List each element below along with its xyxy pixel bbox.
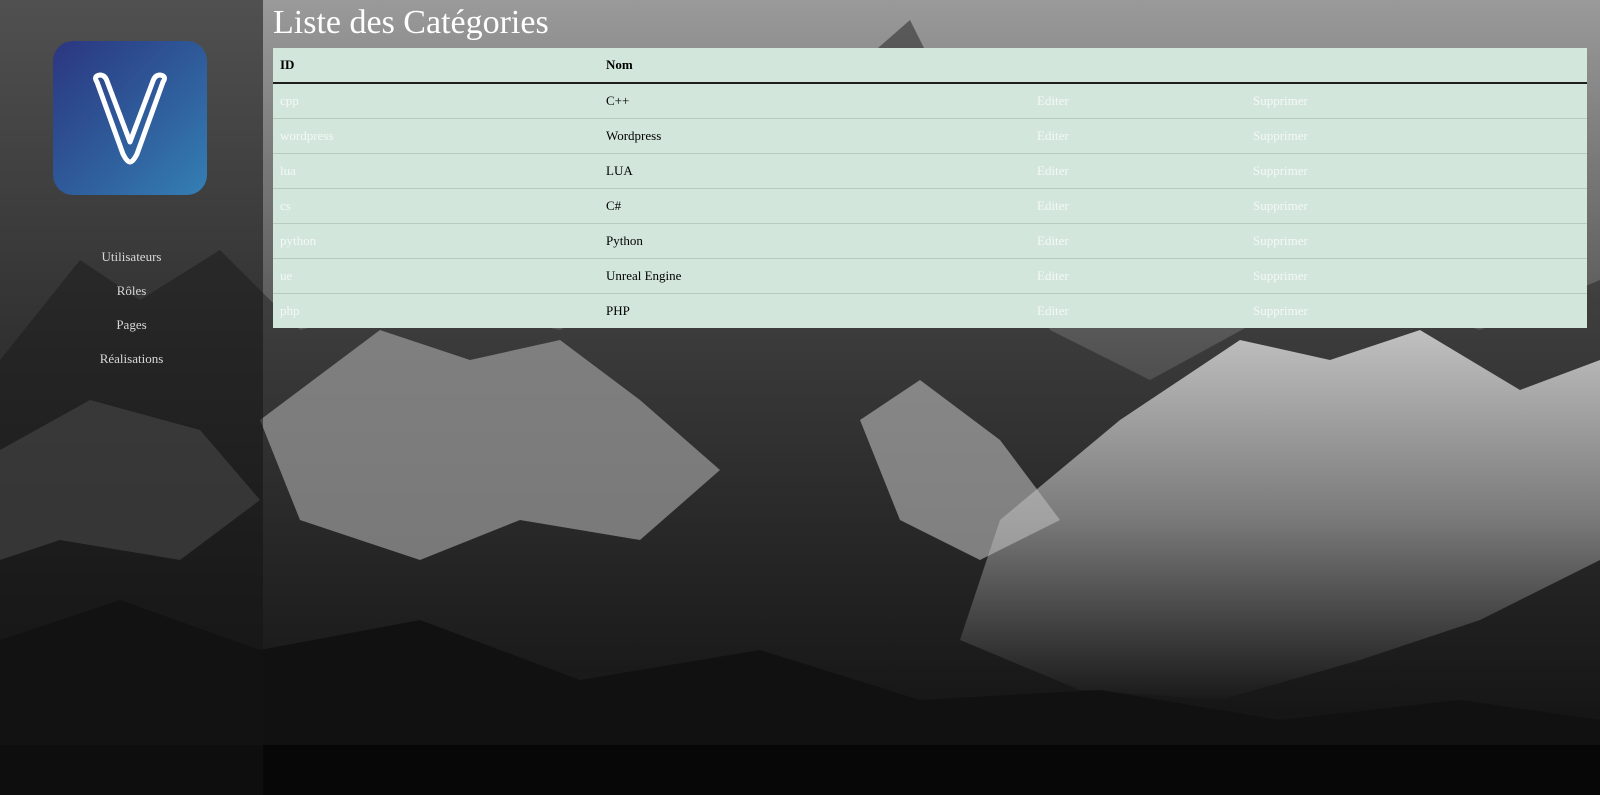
delete-link[interactable]: Supprimer [1253,198,1308,213]
sidebar-link-realisations[interactable]: Réalisations [100,351,164,366]
sidebar-item-roles[interactable]: Rôles [0,274,263,308]
category-id: ue [273,258,599,294]
sidebar-link-pages[interactable]: Pages [116,317,146,332]
edit-link[interactable]: Editer [1037,93,1069,108]
main-content: Liste des Catégories ID Nom cpp C++ Edit… [273,0,1588,328]
category-id: python [273,223,599,259]
category-name: C++ [599,82,1030,119]
table-row: wordpress Wordpress Editer Supprimer [273,118,1587,154]
category-id: php [273,293,599,328]
sidebar-item-pages[interactable]: Pages [0,308,263,342]
edit-link[interactable]: Editer [1037,303,1069,318]
v-logo-icon [93,72,167,165]
category-id: lua [273,153,599,189]
delete-link[interactable]: Supprimer [1253,268,1308,283]
table-row: ue Unreal Engine Editer Supprimer [273,258,1587,294]
category-name: Wordpress [599,118,1030,154]
sidebar-nav: Utilisateurs Rôles Pages Réalisations [0,240,263,376]
edit-link[interactable]: Editer [1037,268,1069,283]
categories-table: ID Nom cpp C++ Editer Supprimer wordpres… [273,48,1587,328]
delete-link[interactable]: Supprimer [1253,233,1308,248]
category-name: Unreal Engine [599,258,1030,294]
table-row: python Python Editer Supprimer [273,223,1587,259]
edit-link[interactable]: Editer [1037,128,1069,143]
edit-link[interactable]: Editer [1037,233,1069,248]
sidebar-link-users[interactable]: Utilisateurs [102,249,162,264]
column-header-id: ID [273,48,599,84]
sidebar-link-roles[interactable]: Rôles [117,283,147,298]
delete-link[interactable]: Supprimer [1253,93,1308,108]
category-name: LUA [599,153,1030,189]
table-row: php PHP Editer Supprimer [273,293,1587,328]
table-header-row: ID Nom [273,48,1587,84]
edit-link[interactable]: Editer [1037,198,1069,213]
page-title: Liste des Catégories [273,4,549,41]
table-row: cs C# Editer Supprimer [273,188,1587,224]
column-header-edit [1030,48,1246,84]
category-id: cs [273,188,599,224]
delete-link[interactable]: Supprimer [1253,163,1308,178]
delete-link[interactable]: Supprimer [1253,128,1308,143]
category-id: cpp [273,82,599,119]
app-logo[interactable] [53,41,207,195]
edit-link[interactable]: Editer [1037,163,1069,178]
category-name: Python [599,223,1030,259]
category-id: wordpress [273,118,599,154]
category-name: PHP [599,293,1030,328]
table-row: lua LUA Editer Supprimer [273,153,1587,189]
sidebar-item-users[interactable]: Utilisateurs [0,240,263,274]
column-header-delete [1246,48,1587,84]
column-header-name: Nom [599,48,1030,84]
delete-link[interactable]: Supprimer [1253,303,1308,318]
category-name: C# [599,188,1030,224]
sidebar-item-realisations[interactable]: Réalisations [0,342,263,376]
table-row: cpp C++ Editer Supprimer [273,82,1587,119]
sidebar: Utilisateurs Rôles Pages Réalisations [0,0,263,795]
